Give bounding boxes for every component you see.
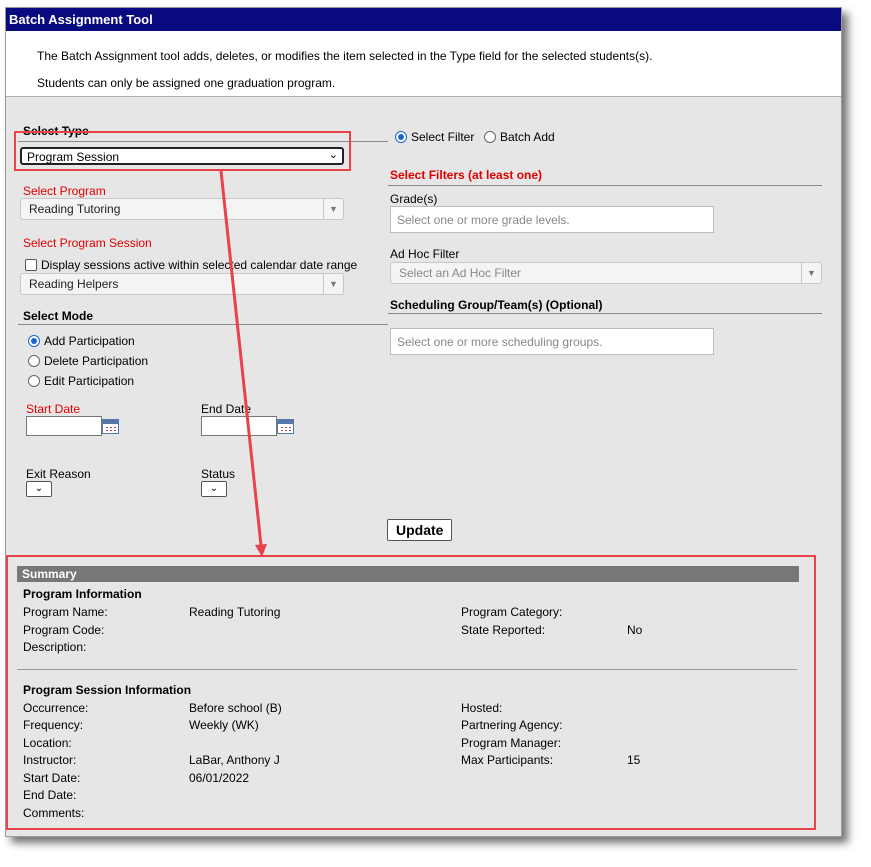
annotation-arrow-icon xyxy=(219,170,267,557)
